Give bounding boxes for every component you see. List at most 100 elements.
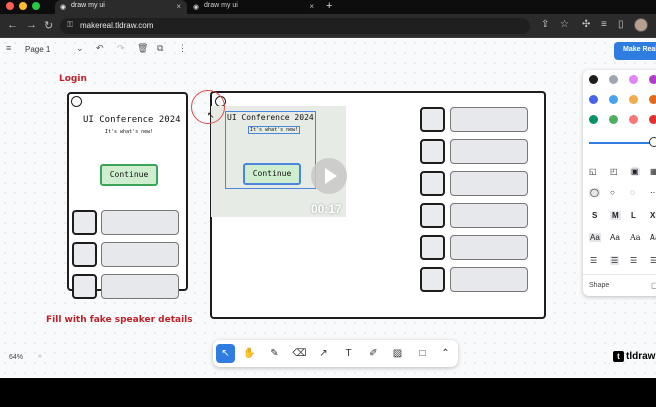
- mockup-subtitle: It's what's new!: [105, 129, 154, 135]
- size-s[interactable]: S: [592, 211, 597, 220]
- color-swatch[interactable]: [609, 95, 618, 104]
- minimize-window-dot[interactable]: [19, 2, 27, 10]
- forward-icon[interactable]: →: [26, 19, 37, 31]
- delete-icon[interactable]: 🗑: [137, 43, 148, 54]
- video-timecode: 00:17: [311, 202, 342, 216]
- tldraw-canvas[interactable]: ≡ Page 1 ⌄ ↶ ↷ 🗑 ⧉ ⋮ Make Real Login Fil…: [0, 38, 656, 378]
- chevron-down-icon[interactable]: ⌄: [76, 43, 84, 54]
- tab-favicon-icon: ◉: [60, 4, 67, 11]
- login-annotation[interactable]: Login: [59, 74, 87, 84]
- avatar-placeholder: [420, 267, 445, 292]
- more-icon[interactable]: ⋮: [178, 43, 187, 54]
- hand-tool-icon[interactable]: ✋: [240, 344, 259, 363]
- url-text: makereal.tldraw.com: [80, 21, 154, 30]
- dash-dashed-icon[interactable]: ◌: [630, 188, 635, 197]
- back-icon[interactable]: ←: [7, 19, 18, 31]
- align-center-icon[interactable]: ☰: [610, 256, 620, 265]
- fill-solid-icon[interactable]: ▣: [630, 167, 640, 176]
- tab-title: draw my ui: [204, 2, 238, 9]
- make-real-button[interactable]: Make Real: [614, 42, 656, 60]
- color-swatch[interactable]: [589, 115, 598, 124]
- login-mockup-frame[interactable]: UI Conference 2024 It's what's new! Cont…: [67, 92, 188, 299]
- continue-button[interactable]: Continue: [100, 164, 158, 186]
- undo-icon[interactable]: ↶: [96, 43, 104, 54]
- browser-tab-1[interactable]: ◉ draw my ui ×: [55, 0, 187, 14]
- sidebar-icon[interactable]: ▯: [618, 19, 624, 30]
- address-bar-row: ← → ↻ ⚿ makereal.tldraw.com ⇪ ☆ ✣ ≡ ▯: [0, 14, 656, 38]
- logo-text: tldraw: [626, 351, 656, 362]
- align-right-icon[interactable]: ☰: [630, 256, 637, 265]
- dash-solid-icon[interactable]: ○: [610, 188, 615, 197]
- color-swatch[interactable]: [629, 115, 638, 124]
- note-tool-icon[interactable]: ✐: [364, 344, 383, 363]
- opacity-slider[interactable]: [589, 142, 655, 144]
- maximize-window-dot[interactable]: [32, 2, 40, 10]
- chevron-up-icon[interactable]: ⌃: [436, 344, 455, 363]
- play-icon[interactable]: [311, 158, 347, 194]
- color-swatch[interactable]: [649, 75, 656, 84]
- media-icon[interactable]: ≡: [601, 19, 607, 30]
- profile-avatar[interactable]: [634, 18, 648, 32]
- reload-icon[interactable]: ↻: [44, 19, 53, 32]
- browser-tab-2[interactable]: ◉ draw my ui ×: [188, 0, 320, 14]
- dash-dotted-icon[interactable]: ⋯: [650, 188, 656, 197]
- avatar-placeholder: [420, 235, 445, 260]
- duplicate-icon[interactable]: ⧉: [157, 43, 163, 54]
- fill-note-annotation[interactable]: Fill with fake speaker details: [46, 315, 193, 325]
- color-swatch[interactable]: [629, 75, 638, 84]
- bookmark-star-icon[interactable]: ☆: [560, 19, 569, 30]
- tab-strip: ◉ draw my ui × ◉ draw my ui × +: [0, 0, 656, 14]
- size-xl[interactable]: XL: [650, 211, 656, 220]
- font-mono[interactable]: Aa: [650, 233, 656, 242]
- fill-pattern-icon[interactable]: ▦: [650, 167, 656, 176]
- color-swatch[interactable]: [589, 95, 598, 104]
- image-tool-icon[interactable]: ▨: [388, 344, 407, 363]
- draw-tool-icon[interactable]: ✎: [265, 344, 284, 363]
- font-sans[interactable]: Aa: [610, 233, 620, 242]
- fill-semi-icon[interactable]: ◰: [610, 167, 618, 176]
- size-l[interactable]: L: [631, 211, 636, 220]
- close-tab-icon[interactable]: ×: [309, 2, 314, 11]
- page-selector[interactable]: Page 1: [25, 45, 50, 54]
- zoom-level[interactable]: 64%: [9, 354, 23, 361]
- name-placeholder: [450, 203, 528, 228]
- chevron-right-icon[interactable]: »: [38, 353, 42, 360]
- size-m[interactable]: M: [610, 211, 621, 220]
- select-tool-icon[interactable]: ↖: [216, 344, 235, 363]
- close-tab-icon[interactable]: ×: [176, 2, 181, 11]
- new-tab-icon[interactable]: +: [326, 0, 332, 12]
- color-swatch[interactable]: [609, 115, 618, 124]
- align-left-icon[interactable]: ☰: [590, 256, 597, 265]
- eraser-tool-icon[interactable]: ⌫: [290, 344, 309, 363]
- font-serif[interactable]: Aa: [630, 233, 641, 242]
- arrow-tool-icon[interactable]: ↗: [314, 344, 333, 363]
- name-placeholder: [450, 171, 528, 196]
- name-placeholder: [101, 274, 179, 299]
- font-draw[interactable]: Aa: [589, 233, 601, 242]
- shape-dropdown-icon[interactable]: ▢: [651, 281, 656, 290]
- text-tool-icon[interactable]: T: [339, 344, 358, 363]
- share-icon[interactable]: ⇪: [541, 19, 549, 30]
- extensions-icon[interactable]: ✣: [582, 19, 590, 30]
- align-justify-icon[interactable]: ☰: [650, 256, 656, 265]
- color-swatch[interactable]: [609, 75, 618, 84]
- color-swatch[interactable]: [589, 75, 598, 84]
- color-swatch[interactable]: [649, 115, 656, 124]
- name-placeholder: [450, 139, 528, 164]
- tldraw-logo[interactable]: t tldraw: [613, 351, 655, 362]
- main-menu-icon[interactable]: ≡: [6, 43, 11, 53]
- name-placeholder: [101, 242, 179, 267]
- color-swatch[interactable]: [649, 95, 656, 104]
- dash-draw-icon[interactable]: ◯: [589, 188, 600, 197]
- redo-icon[interactable]: ↷: [117, 43, 125, 54]
- opacity-slider-thumb[interactable]: [649, 137, 656, 147]
- tab-favicon-icon: ◉: [193, 4, 200, 11]
- video-mockup-title: UI Conference 2024: [227, 113, 314, 122]
- url-field[interactable]: ⚿ makereal.tldraw.com: [60, 18, 530, 34]
- rectangle-tool-icon[interactable]: □: [413, 344, 432, 363]
- close-window-dot[interactable]: [6, 2, 14, 10]
- screen: ◉ draw my ui × ◉ draw my ui × + ← → ↻ ⚿ …: [0, 0, 656, 407]
- video-overlay[interactable]: UI Conference 2024 It's what's new! Cont…: [211, 106, 347, 217]
- color-swatch[interactable]: [629, 95, 638, 104]
- fill-none-icon[interactable]: ◱: [589, 167, 597, 176]
